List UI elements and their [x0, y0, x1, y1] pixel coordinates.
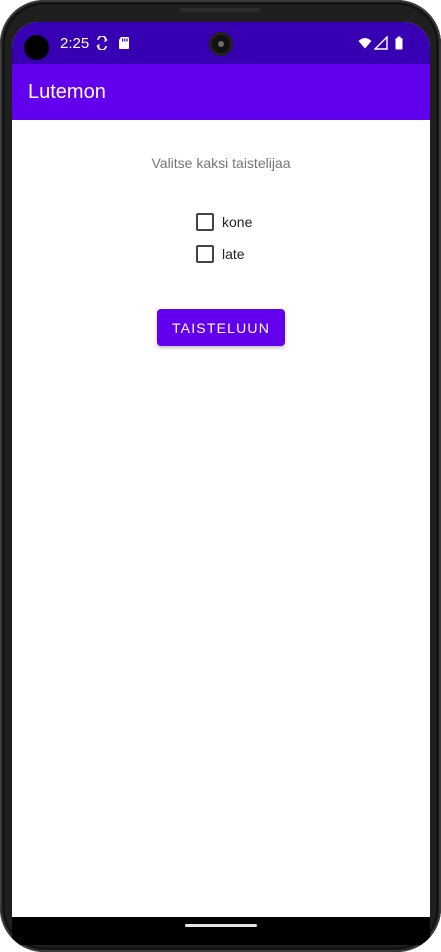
sync-icon [96, 36, 108, 50]
wifi-icon [358, 38, 372, 49]
navigation-bar [12, 917, 430, 945]
app-title: Lutemon [28, 81, 106, 103]
speaker-grille [180, 8, 260, 12]
front-camera-icon [24, 35, 49, 60]
checkbox-label: kone [222, 214, 253, 230]
app-bar: Lutemon [12, 64, 430, 120]
checkbox-late[interactable]: late [196, 242, 245, 266]
status-bar: 2:25 [12, 22, 430, 64]
checkbox-box[interactable] [196, 213, 214, 231]
checkbox-label: late [222, 246, 245, 262]
screen: 2:25 Lutemon Valitse kaksi taistelijaa k… [12, 22, 430, 945]
center-camera-icon [209, 32, 233, 56]
device-frame: 2:25 Lutemon Valitse kaksi taistelijaa k… [0, 0, 441, 952]
fight-button[interactable]: TAISTELUUN [157, 309, 285, 346]
checkbox-kone[interactable]: kone [196, 210, 252, 234]
instruction-text: Valitse kaksi taistelijaa [151, 155, 291, 171]
sd-card-icon [119, 37, 129, 49]
checkbox-box[interactable] [196, 245, 214, 263]
signal-icon [374, 36, 388, 50]
status-time: 2:25 [60, 35, 90, 52]
battery-icon [395, 36, 403, 50]
home-handle[interactable] [185, 924, 257, 927]
